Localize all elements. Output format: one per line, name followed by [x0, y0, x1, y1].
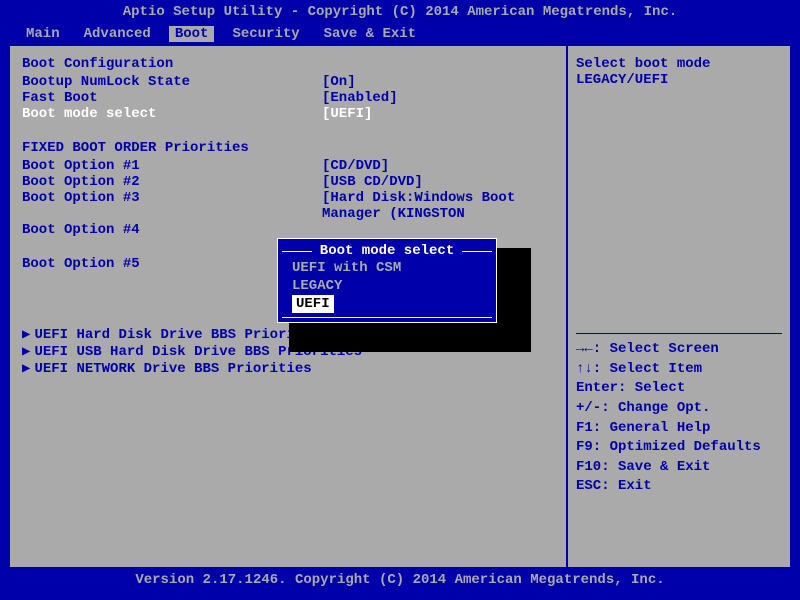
triangle-right-icon: ▶: [22, 326, 30, 343]
popup-option-legacy[interactable]: LEGACY: [284, 277, 490, 295]
setting-value: [Hard Disk:Windows Boot: [322, 190, 515, 206]
menu-security[interactable]: Security: [226, 26, 305, 42]
menu-main[interactable]: Main: [20, 26, 66, 42]
setting-value: [Enabled]: [322, 90, 398, 106]
menu-bar: Main Advanced Boot Security Save & Exit: [0, 24, 800, 44]
setting-label: Boot Option #1: [22, 158, 322, 174]
key-hint: →←: Select Screen: [576, 340, 782, 360]
boot-option-3-cont: Manager (KINGSTON: [22, 206, 554, 222]
setting-value: [UEFI]: [322, 106, 372, 122]
setting-value: [On]: [322, 74, 356, 90]
footer-bar: Version 2.17.1246. Copyright (C) 2014 Am…: [0, 569, 800, 591]
boot-mode-popup: Boot mode select UEFI with CSM LEGACY UE…: [277, 238, 497, 323]
submenu-label: UEFI NETWORK Drive BBS Priorities: [34, 361, 311, 377]
help-description: Select boot mode: [576, 56, 782, 72]
title-bar: Aptio Setup Utility - Copyright (C) 2014…: [0, 0, 800, 24]
key-hint: Enter: Select: [576, 379, 782, 399]
setting-label: Boot Option #4: [22, 222, 322, 238]
setting-numlock[interactable]: Bootup NumLock State [On]: [22, 74, 554, 90]
setting-label: Boot Option #3: [22, 190, 322, 206]
setting-fast-boot[interactable]: Fast Boot [Enabled]: [22, 90, 554, 106]
key-hint: ↑↓: Select Item: [576, 360, 782, 380]
help-description: LEGACY/UEFI: [576, 72, 782, 88]
boot-option-1[interactable]: Boot Option #1 [CD/DVD]: [22, 158, 554, 174]
menu-save-exit[interactable]: Save & Exit: [318, 26, 422, 42]
boot-option-4[interactable]: Boot Option #4: [22, 222, 554, 238]
setting-label: Boot Option #2: [22, 174, 322, 190]
key-hint: F9: Optimized Defaults: [576, 438, 782, 458]
triangle-right-icon: ▶: [22, 360, 30, 377]
setting-label: Boot mode select: [22, 106, 322, 122]
setting-value: [CD/DVD]: [322, 158, 389, 174]
triangle-right-icon: ▶: [22, 343, 30, 360]
menu-boot[interactable]: Boot: [169, 26, 215, 42]
popup-option-uefi[interactable]: UEFI: [292, 295, 334, 313]
setting-value: Manager (KINGSTON: [322, 206, 465, 222]
popup-title: Boot mode select: [316, 243, 458, 259]
key-hint: +/-: Change Opt.: [576, 399, 782, 419]
key-hint: ESC: Exit: [576, 477, 782, 497]
section-boot-config: Boot Configuration: [22, 56, 554, 72]
setting-value: [USB CD/DVD]: [322, 174, 423, 190]
submenu-uefi-network[interactable]: ▶ UEFI NETWORK Drive BBS Priorities: [22, 360, 554, 377]
setting-label: Fast Boot: [22, 90, 322, 106]
right-panel: Select boot mode LEGACY/UEFI →←: Select …: [567, 44, 792, 569]
setting-boot-mode[interactable]: Boot mode select [UEFI]: [22, 106, 554, 122]
setting-label: Bootup NumLock State: [22, 74, 322, 90]
divider: [576, 333, 782, 334]
section-fixed-boot: FIXED BOOT ORDER Priorities: [22, 140, 554, 156]
popup-option-uefi-csm[interactable]: UEFI with CSM: [284, 259, 490, 277]
boot-option-2[interactable]: Boot Option #2 [USB CD/DVD]: [22, 174, 554, 190]
key-hint: F1: General Help: [576, 419, 782, 439]
setting-label: [22, 206, 322, 222]
boot-option-3[interactable]: Boot Option #3 [Hard Disk:Windows Boot: [22, 190, 554, 206]
bios-screen: Aptio Setup Utility - Copyright (C) 2014…: [0, 0, 800, 600]
key-hint: F10: Save & Exit: [576, 458, 782, 478]
submenu-label: UEFI Hard Disk Drive BBS Priorities: [34, 327, 328, 343]
menu-advanced[interactable]: Advanced: [78, 26, 157, 42]
